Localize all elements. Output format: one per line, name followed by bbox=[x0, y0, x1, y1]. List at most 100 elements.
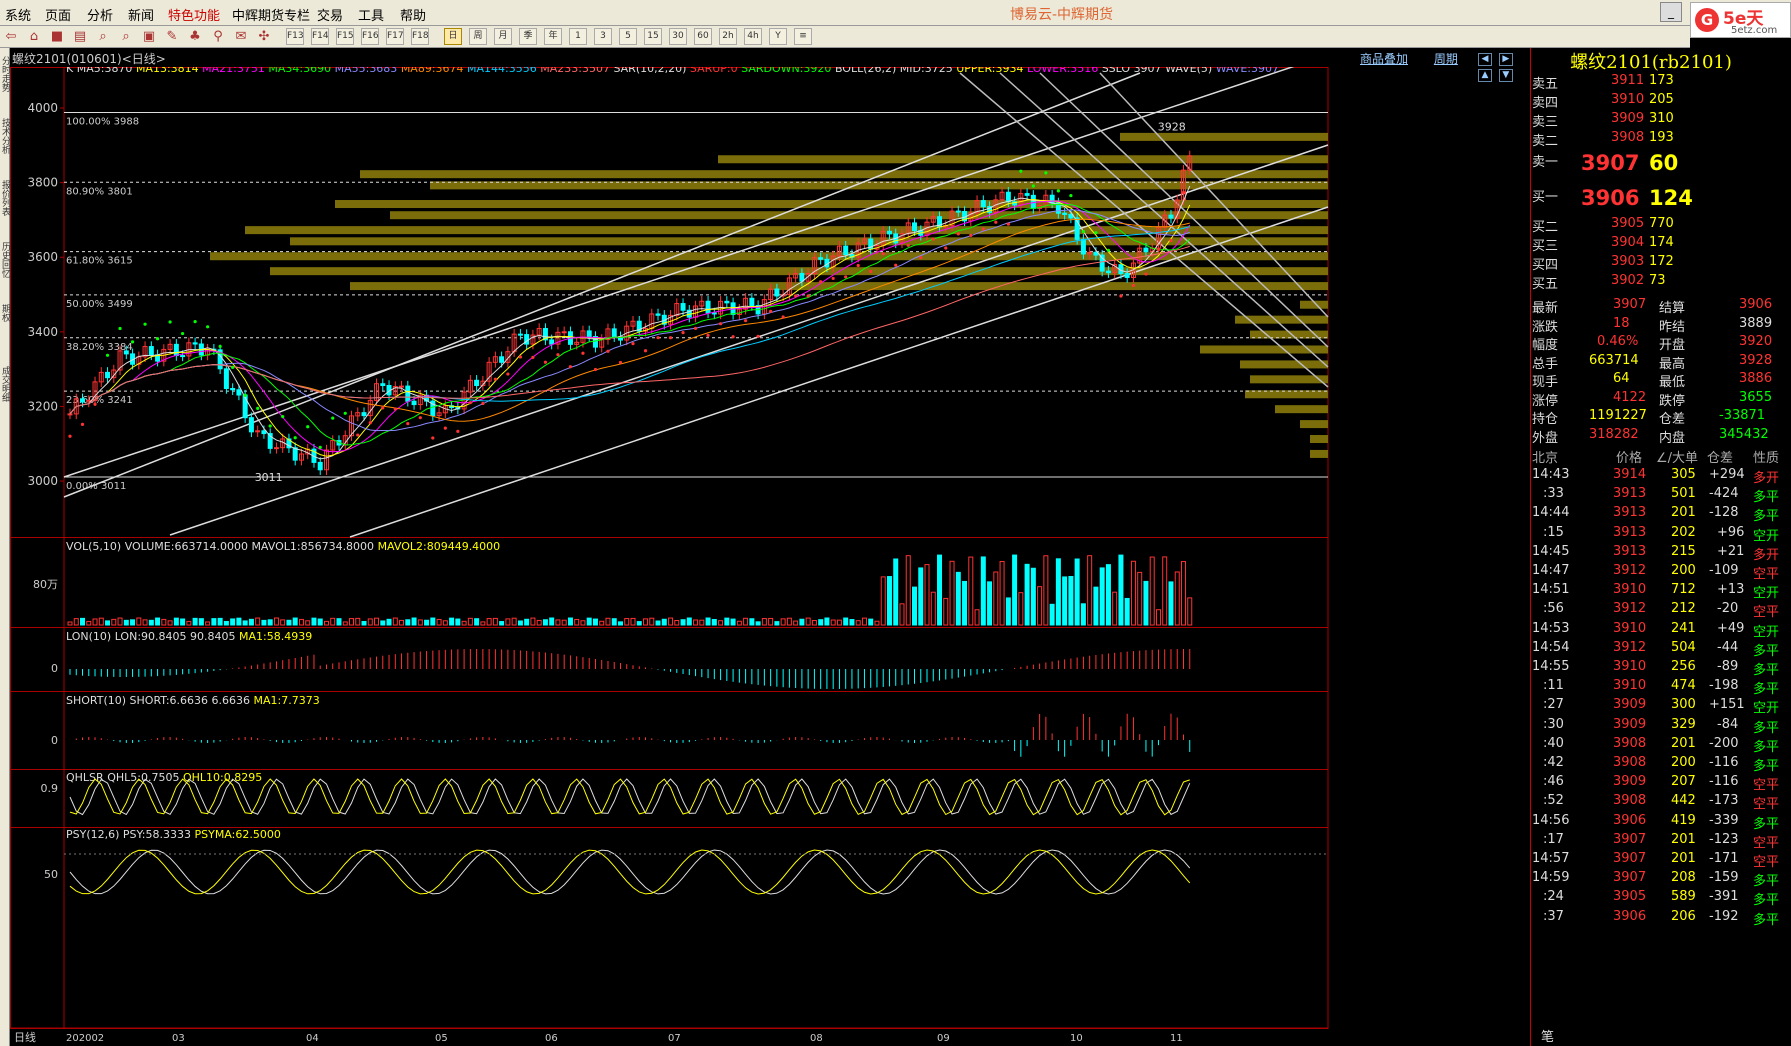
volume-bar bbox=[555, 619, 561, 626]
toolbar-period-button[interactable]: 30 bbox=[669, 28, 687, 45]
quote-cell: 3902 bbox=[1611, 273, 1645, 288]
toolbar-period-button[interactable]: F15 bbox=[336, 28, 354, 45]
toolbar-icon[interactable]: ⇦ bbox=[2, 28, 20, 45]
overlay-link[interactable]: 商品叠加 bbox=[1360, 52, 1408, 66]
toolbar-period-button[interactable]: 4h bbox=[744, 28, 762, 45]
candle-body bbox=[1030, 194, 1036, 209]
menu-item[interactable]: 特色功能 bbox=[168, 5, 220, 24]
side-tab[interactable]: 历史回忆 bbox=[0, 242, 10, 278]
toolbar-period-button[interactable]: 1 bbox=[569, 28, 587, 45]
quote-cell: 3907 bbox=[1613, 870, 1647, 886]
toolbar-icon[interactable]: ▤ bbox=[71, 28, 89, 45]
toolbar-period-button[interactable]: ≡ bbox=[794, 28, 812, 45]
quote-cell: -424 bbox=[1709, 486, 1739, 502]
volume-bar bbox=[1162, 556, 1168, 626]
menu-item[interactable]: 工具 bbox=[358, 5, 384, 24]
quote-cell: 14:55 bbox=[1532, 659, 1570, 674]
side-tab[interactable]: 技术分析 bbox=[0, 118, 10, 154]
scroll-left-button[interactable]: ◀ bbox=[1478, 53, 1492, 66]
toolbar-icon[interactable]: ✣ bbox=[255, 28, 273, 45]
volume-bar bbox=[630, 617, 636, 626]
volume-bar bbox=[1074, 558, 1080, 626]
sar-dot bbox=[481, 401, 485, 406]
volume-bar bbox=[236, 617, 242, 626]
sar-dot bbox=[831, 276, 835, 281]
menu-item[interactable]: 系统 bbox=[5, 5, 31, 24]
toolbar-period-button[interactable]: 5 bbox=[619, 28, 637, 45]
side-tab[interactable]: 报价列表 bbox=[0, 180, 10, 216]
toolbar-icon[interactable]: ⌕ bbox=[117, 28, 135, 45]
quote-cell: -198 bbox=[1709, 678, 1739, 694]
quote-cell: 3907 bbox=[1613, 297, 1647, 312]
period-link[interactable]: 周期 bbox=[1434, 52, 1458, 66]
volume-bar bbox=[880, 576, 886, 626]
menu-item[interactable]: 页面 bbox=[45, 5, 71, 24]
volume-bar bbox=[298, 618, 304, 626]
candle-body bbox=[230, 388, 236, 391]
sar-dot bbox=[643, 349, 648, 353]
quote-cell: 3889 bbox=[1739, 315, 1773, 331]
toolbar-period-button[interactable]: 季 bbox=[519, 28, 537, 45]
toolbar-icon[interactable]: ✉ bbox=[232, 28, 250, 45]
minimize-icon[interactable]: _ bbox=[1660, 2, 1682, 22]
ticks-footer-tab[interactable]: 笔 bbox=[1541, 1026, 1554, 1045]
menu-item[interactable]: 帮助 bbox=[400, 5, 426, 24]
volume-bar bbox=[1005, 597, 1011, 626]
volume-bar bbox=[92, 618, 98, 626]
sar-dot bbox=[431, 436, 435, 440]
volume-bar bbox=[1024, 563, 1030, 626]
x-tick: 05 bbox=[435, 1033, 448, 1044]
toolbar-icon[interactable]: ▣ bbox=[140, 28, 158, 45]
toolbar-period-button[interactable]: 3 bbox=[594, 28, 612, 45]
quote-cell: 200 bbox=[1671, 563, 1696, 578]
quote-cell: 3904 bbox=[1611, 235, 1645, 250]
volume-bar bbox=[130, 619, 136, 626]
menu-item[interactable]: 中辉期货专栏 bbox=[232, 5, 310, 24]
toolbar-period-button[interactable]: 60 bbox=[694, 28, 712, 45]
toolbar-icon[interactable]: ⌂ bbox=[25, 28, 43, 45]
toolbar-period-button[interactable]: Y bbox=[769, 28, 787, 45]
toolbar-period-button[interactable]: F14 bbox=[311, 28, 329, 45]
quote-cell: 201 bbox=[1671, 851, 1696, 866]
menu-item[interactable]: 交易 bbox=[317, 5, 343, 24]
candle-body bbox=[236, 389, 242, 396]
toolbar-period-button[interactable]: 2h bbox=[719, 28, 737, 45]
menu-item[interactable]: 分析 bbox=[87, 5, 113, 24]
toolbar-icon[interactable]: ♣ bbox=[186, 28, 204, 45]
quote-cell: 3906 bbox=[1739, 297, 1773, 312]
toolbar-period-button[interactable]: F17 bbox=[386, 28, 404, 45]
kline-chart[interactable]: 4000 3800 3600 3400 3200 3000 100.00% 3988 80.9… bbox=[10, 67, 1530, 1046]
toolbar-period-button[interactable]: F16 bbox=[361, 28, 379, 45]
toolbar-icon[interactable]: ■ bbox=[48, 28, 66, 45]
toolbar-period-button[interactable]: 15 bbox=[644, 28, 662, 45]
volume-bar bbox=[980, 556, 986, 626]
sar-dot bbox=[231, 365, 235, 369]
toolbar-period-button[interactable]: 月 bbox=[494, 28, 512, 45]
side-tab[interactable]: 期权 bbox=[0, 304, 10, 322]
volume-bar bbox=[649, 617, 655, 626]
toolbar-period-button[interactable]: F18 bbox=[411, 28, 429, 45]
legend-item: UPPER:3934 bbox=[956, 67, 1027, 75]
volume-bar bbox=[605, 617, 611, 626]
toolbar-icon[interactable]: ⚲ bbox=[209, 28, 227, 45]
x-tick: 202002 bbox=[66, 1033, 104, 1044]
candle-body bbox=[843, 245, 849, 256]
menu-item[interactable]: 新闻 bbox=[128, 5, 154, 24]
scroll-right-button[interactable]: ▶ bbox=[1498, 53, 1513, 66]
side-tab[interactable]: 分时走势 bbox=[0, 56, 10, 92]
toolbar-icon[interactable]: ⌕ bbox=[94, 28, 112, 45]
volume-bar bbox=[511, 617, 517, 626]
volume-bar bbox=[1043, 555, 1049, 626]
x-tick: 11 bbox=[1170, 1033, 1183, 1044]
toolbar-period-button[interactable]: 日 bbox=[444, 28, 462, 45]
toolbar-period-button[interactable]: 周 bbox=[469, 28, 487, 45]
toolbar-icon[interactable]: ✎ bbox=[163, 28, 181, 45]
volume-bar bbox=[117, 617, 123, 626]
quote-cell: -171 bbox=[1709, 851, 1739, 866]
legend-item: WAVE:3907 bbox=[1216, 67, 1279, 75]
sar-dot bbox=[969, 233, 973, 237]
volume-bar bbox=[949, 560, 955, 626]
toolbar-period-button[interactable]: F13 bbox=[286, 28, 304, 45]
toolbar-period-button[interactable]: 年 bbox=[544, 28, 562, 45]
side-tab[interactable]: 成交明细 bbox=[0, 366, 10, 402]
